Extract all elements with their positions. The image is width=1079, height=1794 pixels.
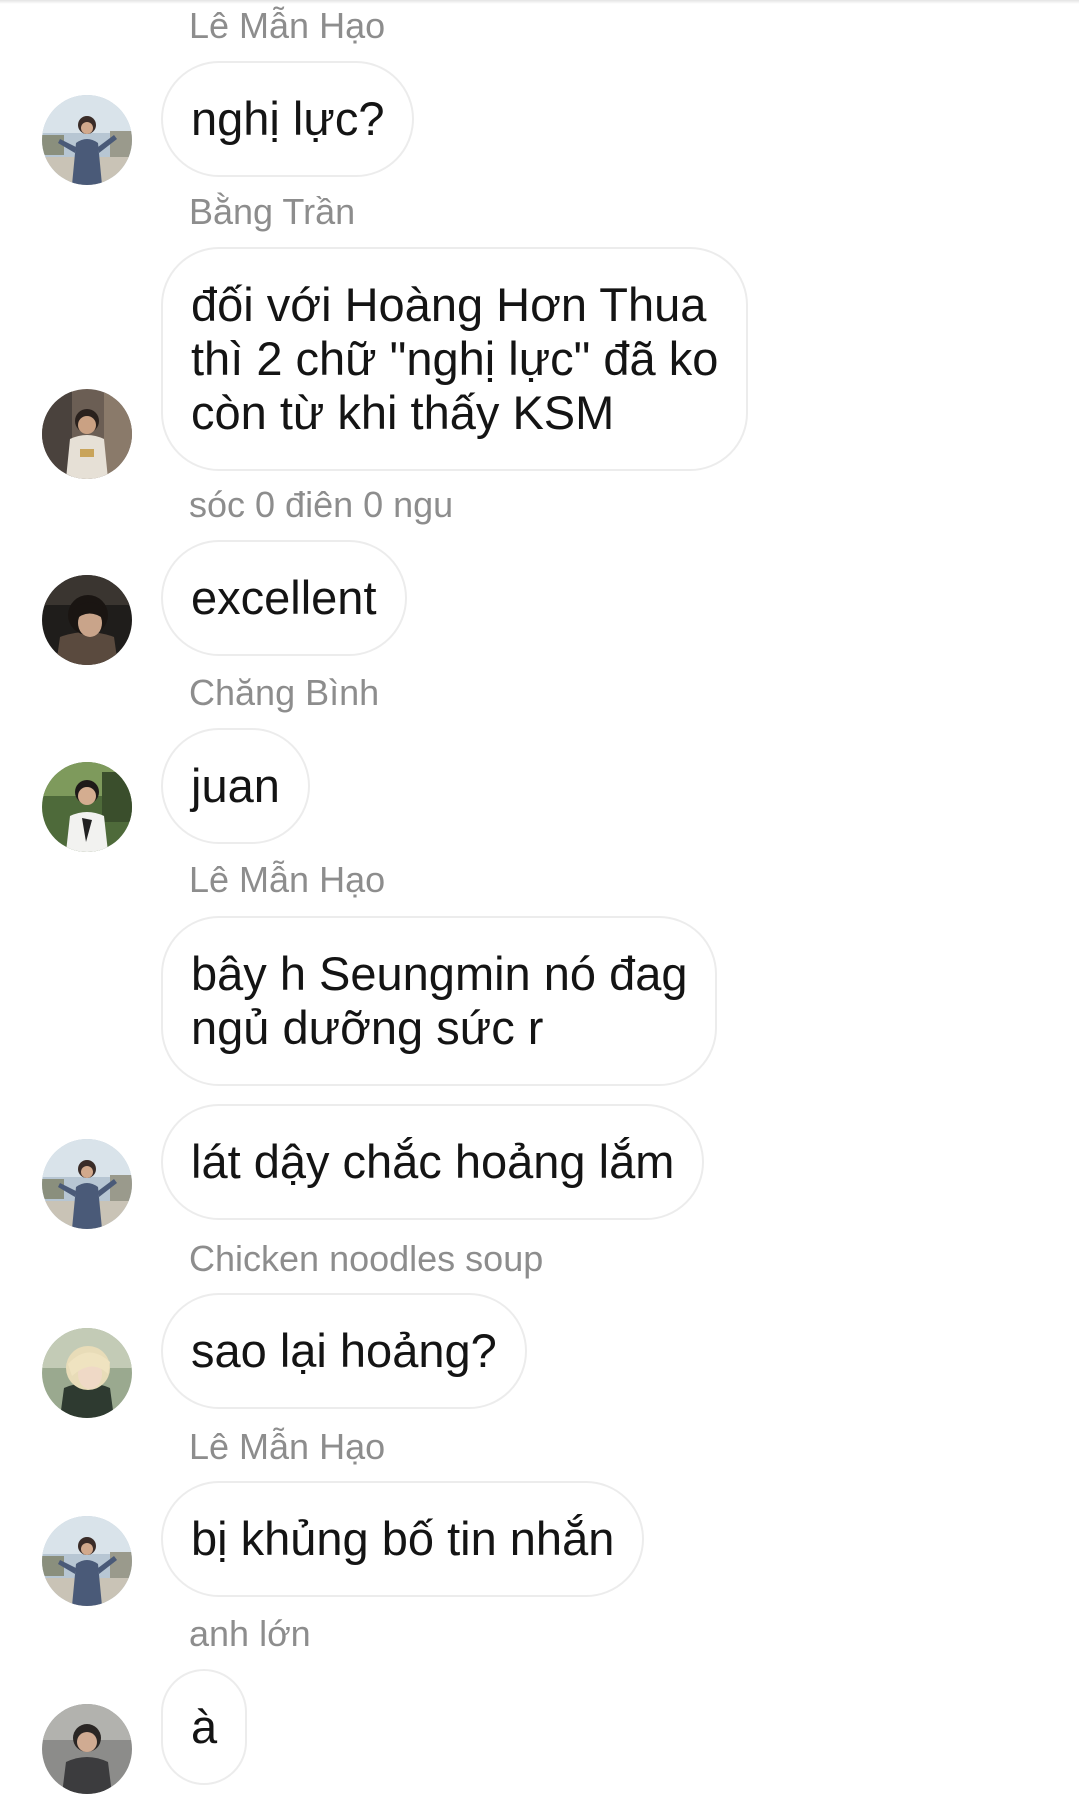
avatar-photo-man-grey[interactable] — [42, 1704, 132, 1794]
message-text: bây h Seungmin nó đag — [191, 947, 688, 1000]
message-bubble[interactable]: nghị lực? — [161, 61, 415, 177]
message-text: đối với Hoàng Hơn Thua — [191, 278, 707, 331]
sender-name: anh lớn — [189, 1613, 311, 1654]
chat-message-list: Lê Mẫn Hạo nghị lực? Bằng Trần đối với H… — [0, 0, 1079, 1794]
avatar-photo-man-beige[interactable] — [42, 389, 132, 479]
message-text: lát dậy chắc hoảng lắm — [191, 1135, 675, 1188]
sender-name: Lê Mẫn Hạo — [189, 5, 386, 46]
avatar-photo-dark-hair[interactable] — [42, 575, 132, 665]
message-bubble[interactable]: à — [161, 1669, 248, 1785]
message-text: còn từ khi thấy KSM — [191, 386, 615, 439]
message-text: excellent — [191, 571, 377, 624]
message-bubble[interactable]: sao lại hoảng? — [161, 1293, 527, 1409]
message-bubble[interactable]: bị khủng bố tin nhắn — [161, 1481, 645, 1597]
avatar-photo-blonde[interactable] — [42, 1328, 132, 1418]
top-divider — [0, 0, 1079, 4]
message-bubble[interactable]: bây h Seungmin nó đag ngủ dưỡng sức r — [161, 916, 718, 1086]
message-bubble[interactable]: lát dậy chắc hoảng lắm — [161, 1104, 705, 1220]
sender-name: Chicken noodles soup — [189, 1238, 544, 1279]
message-bubble[interactable]: đối với Hoàng Hơn Thua thì 2 chữ "nghị l… — [161, 247, 749, 471]
sender-name: Chăng Bình — [189, 672, 380, 713]
avatar-photo-outdoor-green[interactable] — [42, 762, 132, 852]
message-text: à — [191, 1700, 218, 1753]
message-text: ngủ dưỡng sức r — [191, 1001, 544, 1054]
sender-name: Lê Mẫn Hạo — [189, 1426, 386, 1467]
message-text: nghị lực? — [191, 92, 385, 145]
sender-name: Lê Mẫn Hạo — [189, 859, 386, 900]
message-bubble[interactable]: excellent — [161, 540, 407, 656]
avatar-photo-man-street[interactable] — [42, 1139, 132, 1229]
sender-name: sóc 0 điên 0 ngu — [189, 484, 454, 525]
message-text: thì 2 chữ "nghị lực" đã ko — [191, 332, 719, 385]
avatar-photo-man-street[interactable] — [42, 1516, 132, 1606]
message-bubble[interactable]: juan — [161, 728, 310, 844]
message-text: sao lại hoảng? — [191, 1324, 497, 1377]
message-text: juan — [191, 759, 280, 812]
sender-name: Bằng Trần — [189, 191, 356, 232]
message-text: bị khủng bố tin nhắn — [191, 1512, 615, 1565]
avatar-photo-man-street[interactable] — [42, 95, 132, 185]
